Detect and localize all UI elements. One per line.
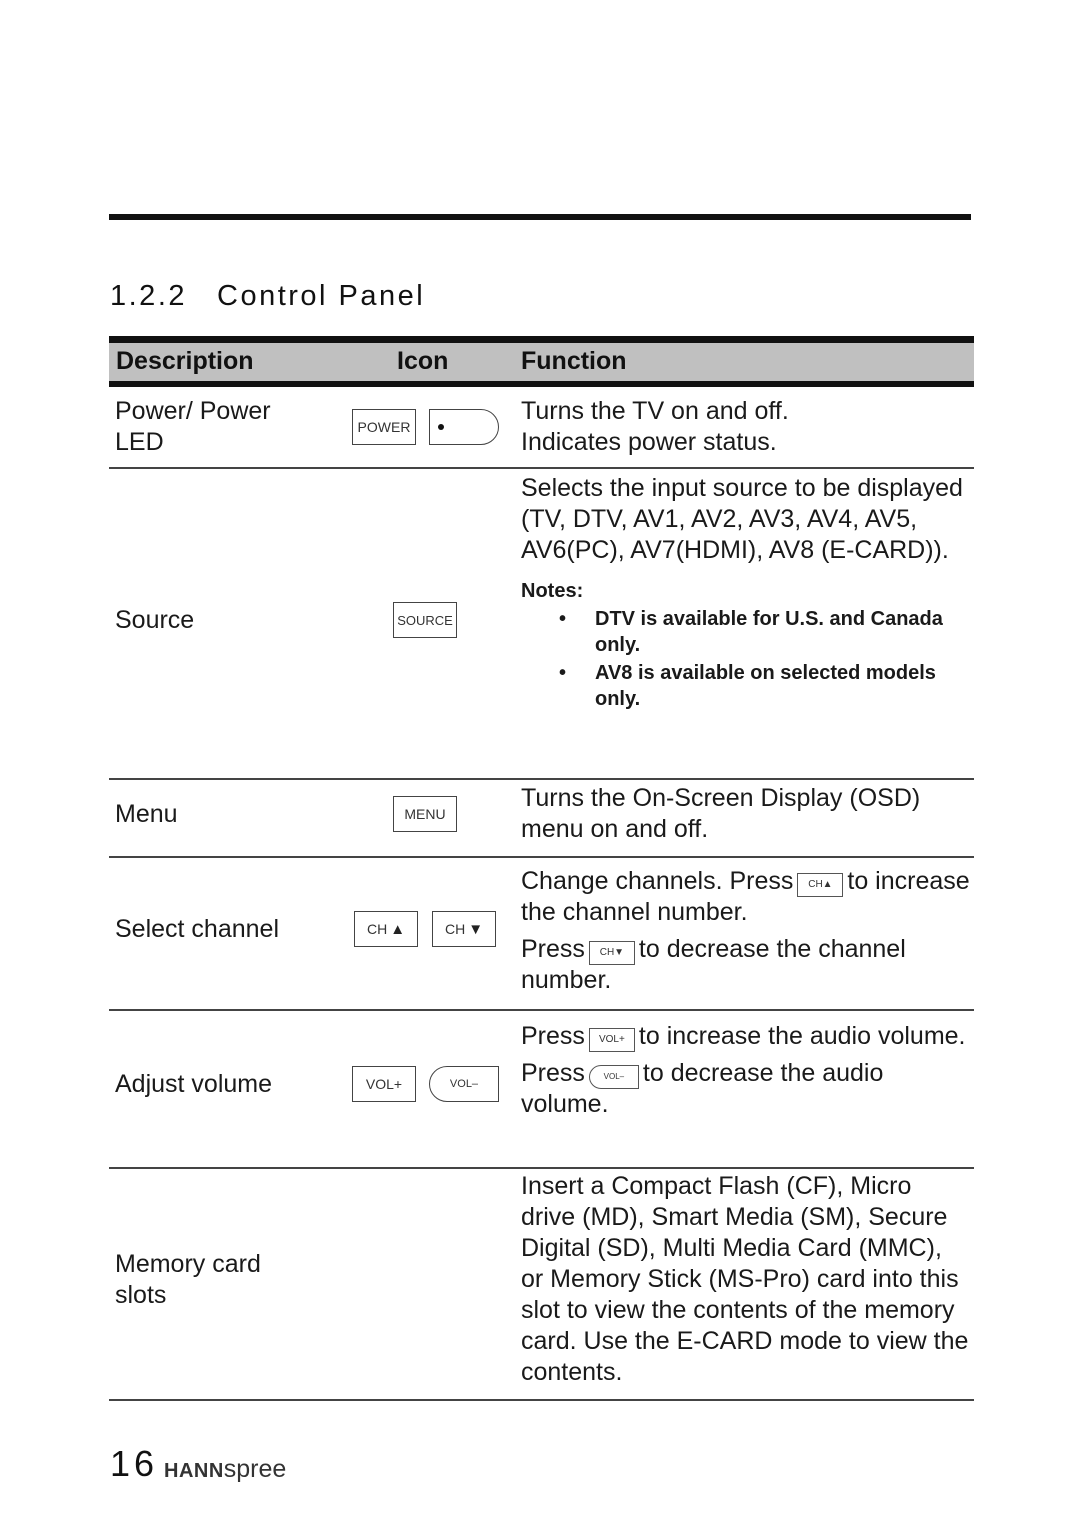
row-description: Adjust volume (115, 1070, 273, 1098)
function-text: to increase the audio volume. (638, 1022, 966, 1050)
row-function: Turns the On-Screen Display (OSD) menu o… (521, 784, 921, 843)
icon-label: CH (444, 921, 466, 937)
table-header: Description Icon Function (109, 336, 974, 387)
function-text: Press (521, 935, 585, 963)
function-para: Press VOL+ to increase the audio volume. (521, 1021, 971, 1052)
section-number: 1.2.2 (110, 280, 187, 312)
row-function: Selects the input source to be displayed… (521, 473, 971, 712)
header-description: Description (116, 347, 254, 375)
row-function: Turns the TV on and off. Indicates power… (521, 396, 971, 458)
function-line: Indicates power status. (521, 428, 777, 456)
bullet-icon: • (559, 608, 567, 630)
note-item: • DTV is available for U.S. and Canada on… (521, 606, 971, 658)
volume-down-button-icon: VOL– (429, 1066, 499, 1102)
table-row-adjust-volume: Adjust volume VOL+ VOL– Press VOL+ to incr… (109, 1011, 974, 1169)
brand-logo: HANNspree (164, 1455, 286, 1484)
control-panel-table: Description Icon Function Power/ Power L… (109, 336, 974, 1401)
function-para: Press CH▼ to decrease the channel number. (521, 934, 971, 996)
icon-label: CH (366, 921, 388, 937)
header-icon: Icon (397, 347, 449, 375)
power-button-icon: POWER (352, 409, 416, 445)
function-text: Press (521, 1022, 585, 1050)
power-led-icon (429, 409, 499, 445)
function-text: Change channels. Press (521, 867, 794, 895)
inline-channel-up-icon: CH▲ (797, 872, 844, 897)
notes-title: Notes: (521, 580, 584, 602)
function-para: Press VOL– to decrease the audio volume. (521, 1058, 971, 1120)
top-rule (109, 214, 971, 220)
brand-light: spree (223, 1455, 287, 1483)
volume-up-button-icon: VOL+ (352, 1066, 416, 1102)
row-description: Memory card slots (115, 1250, 261, 1309)
function-para: Change channels. Press CH▲ to increase the… (521, 866, 971, 928)
row-description: Select channel (115, 915, 280, 943)
table-row-menu: Menu MENU Turns the On-Screen Display (O… (109, 780, 974, 858)
inline-volume-up-icon: VOL+ (588, 1027, 635, 1052)
table-row-memory-card: Memory card slots Insert a Compact Flash… (109, 1169, 974, 1401)
row-function: Change channels. Press CH▲ to increase the… (521, 866, 971, 996)
triangle-up-icon: ▲ (390, 920, 406, 938)
brand-bold: HANN (164, 1460, 224, 1482)
inline-volume-down-icon: VOL– (588, 1064, 639, 1089)
table-row-source: Source SOURCE Selects the input source t… (109, 469, 974, 780)
note-item: • AV8 is available on selected models onl… (521, 660, 971, 712)
channel-down-button-icon: CH ▼ (432, 911, 496, 947)
row-function: Press VOL+ to increase the audio volume. P… (521, 1021, 971, 1120)
row-description: Source (115, 606, 195, 634)
source-button-icon: SOURCE (393, 602, 457, 638)
function-line: Turns the TV on and off. (521, 397, 789, 425)
header-function: Function (521, 347, 627, 375)
row-description: Power/ Power LED (115, 397, 271, 456)
table-row-select-channel: Select channel CH ▲ CH ▼ Change channels. … (109, 858, 974, 1011)
function-text: Press (521, 1059, 585, 1087)
row-function: Insert a Compact Flash (CF), Micro drive… (521, 1172, 969, 1386)
bullet-icon: • (559, 662, 567, 684)
inline-channel-down-icon: CH▼ (588, 940, 635, 965)
function-text: Selects the input source to be displayed… (521, 474, 963, 564)
triangle-down-icon: ▼ (468, 920, 484, 938)
table-row-power: Power/ Power LED POWER Turns the TV on a… (109, 387, 974, 469)
menu-button-icon: MENU (393, 796, 457, 832)
channel-up-button-icon: CH ▲ (354, 911, 418, 947)
section-title-text: Control Panel (217, 280, 426, 312)
row-description: Menu (115, 800, 178, 828)
section-title: 1.2.2 Control Panel (110, 280, 425, 313)
page-number: 16 (110, 1443, 159, 1484)
led-dot-icon (438, 424, 444, 430)
note-text: DTV is available for U.S. and Canada onl… (595, 608, 943, 656)
note-text: AV8 is available on selected models only… (595, 662, 936, 710)
